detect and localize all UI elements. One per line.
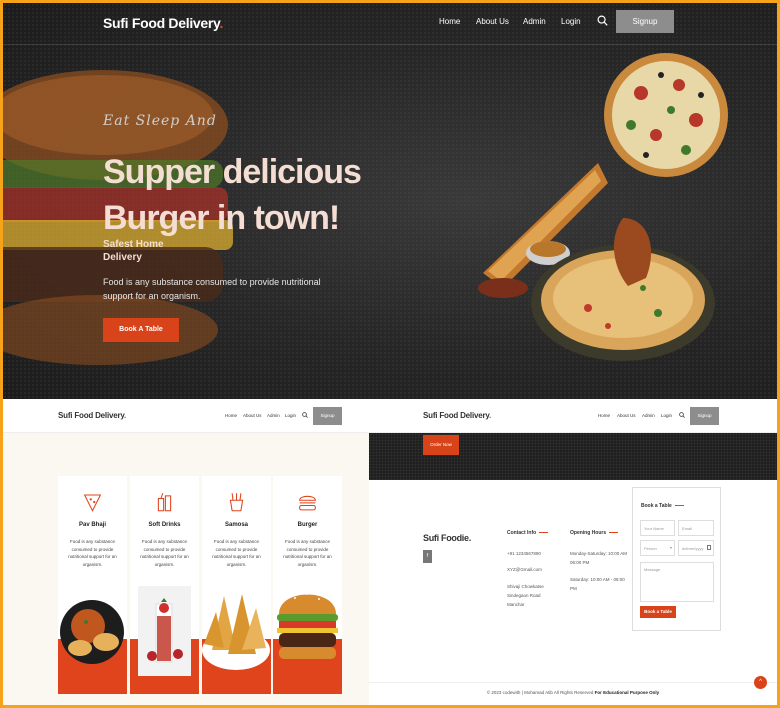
chevron-down-icon: ▾ xyxy=(669,545,672,550)
hero-eyebrow: Eat Sleep And xyxy=(103,113,217,129)
scroll-top-button[interactable]: ^ xyxy=(754,676,767,689)
contact-email: XYZ@Gmail.com xyxy=(507,567,542,572)
hours-weekday-end: 06:00 PM xyxy=(570,560,590,565)
brand-logo[interactable]: Sufi Food Delivery. xyxy=(103,15,223,31)
hero-lead-text: Food is any substance consumed to provid… xyxy=(103,277,321,301)
footer-nav-about-us[interactable]: About Us xyxy=(617,413,636,418)
burger-image xyxy=(277,593,338,659)
footer-nav-admin[interactable]: Admin xyxy=(642,413,655,418)
menu-nav-home[interactable]: Home xyxy=(225,413,237,418)
copyright: © 2023 codewith | Mohamad Atib All Right… xyxy=(486,690,660,695)
pizza-image xyxy=(604,53,728,177)
hours-weekday: Monday-Saturday: 10:00 AM xyxy=(570,551,628,556)
footer-brand-logo[interactable]: Sufi Food Delivery. xyxy=(423,411,491,420)
footer-nav-home[interactable]: Home xyxy=(598,413,610,418)
pav-bhaji-image xyxy=(60,600,124,664)
card-text: Food is any substance consumed to provid… xyxy=(68,539,117,567)
menu-card-burger[interactable]: Burger Food is any substance consumed to… xyxy=(273,476,342,694)
menu-nav: Sufi Food Delivery. Home About Us Admin … xyxy=(3,399,369,433)
order-now-button[interactable]: Order Now xyxy=(423,435,459,455)
menu-brand-logo[interactable]: Sufi Food Delivery. xyxy=(58,411,126,420)
footer-nav: Sufi Food Delivery. Home About Us Admin … xyxy=(369,399,777,433)
hours-saturday-end: PM xyxy=(570,586,577,591)
burger-icon xyxy=(299,495,316,511)
book-a-table-button[interactable]: Book A Table xyxy=(103,318,179,342)
footer-screenshot: Sufi Food Delivery. Home About Us Admin … xyxy=(369,399,777,705)
name-input[interactable]: Your Name xyxy=(640,520,675,536)
signup-button[interactable]: Signup xyxy=(616,10,674,33)
samosa-image xyxy=(202,594,270,670)
contact-address-2: Sindegaon Road xyxy=(507,593,541,598)
contact-phone: +91 1234567890 xyxy=(507,551,541,556)
card-title: Pav Bhaji xyxy=(78,522,106,528)
menu-nav-admin[interactable]: Admin xyxy=(267,413,280,418)
calendar-icon xyxy=(707,545,711,550)
menu-card-pav-bhaji[interactable]: Pav Bhaji Food is any substance consumed… xyxy=(58,476,127,694)
person-select[interactable]: Person ▾ xyxy=(640,540,675,556)
book-table-form: Book a Table Your Name Email Person ▾ dd… xyxy=(632,487,721,631)
footer-brand: Sufi Foodie. xyxy=(423,533,471,543)
card-text: Food is any substance consumed to provid… xyxy=(283,539,332,567)
search-icon[interactable] xyxy=(597,15,608,26)
card-title: Samosa xyxy=(224,522,248,528)
menu-signup-button[interactable]: Signup xyxy=(313,407,342,425)
hero-headline: Supper delicious Burger in town! xyxy=(103,153,362,237)
menu-nav-about-us[interactable]: About Us xyxy=(243,413,262,418)
card-text: Food is any substance consumed to provid… xyxy=(212,539,261,567)
hero-section: Sufi Food Delivery. Home About Us Admin … xyxy=(3,3,777,399)
soft-drinks-image xyxy=(138,586,191,676)
top-nav: Sufi Food Delivery. Home About Us Admin … xyxy=(3,3,777,45)
message-textarea[interactable]: Message xyxy=(640,562,714,602)
biryani-image xyxy=(531,218,715,361)
menu-card-samosa[interactable]: Samosa Food is any substance consumed to… xyxy=(202,476,271,694)
nav-login[interactable]: Login xyxy=(561,17,581,26)
nav-home[interactable]: Home xyxy=(439,17,460,26)
card-text: Food is any substance consumed to provid… xyxy=(140,539,189,567)
menu-search-icon[interactable] xyxy=(302,412,308,418)
hero-subhead: Safest Home Delivery xyxy=(103,239,164,263)
date-input[interactable]: dd/mm/yyyy xyxy=(678,540,714,556)
card-title: Soft Drinks xyxy=(148,522,181,528)
facebook-icon[interactable]: f xyxy=(423,550,432,563)
opening-hours-title: Opening Hours xyxy=(570,530,619,536)
pizza-slice-icon xyxy=(83,494,102,512)
card-title: Burger xyxy=(297,522,318,528)
footer-search-icon[interactable] xyxy=(679,412,685,418)
menu-screenshot: Sufi Food Delivery. Home About Us Admin … xyxy=(3,399,369,705)
hours-saturday: Saturday: 10:00 AM - 08:00 xyxy=(570,577,625,582)
drinks-icon xyxy=(157,493,172,512)
nav-about-us[interactable]: About Us xyxy=(476,17,509,26)
contact-address-3: Manchar xyxy=(507,602,525,607)
fries-icon xyxy=(229,493,244,512)
contact-address-1: Shivaji Chowkatse xyxy=(507,584,544,589)
menu-card-soft-drinks[interactable]: Soft Drinks Food is any substance consum… xyxy=(130,476,199,694)
form-title: Book a Table xyxy=(641,503,684,509)
book-table-submit-button[interactable]: Book a Table xyxy=(640,606,676,618)
menu-nav-login[interactable]: Login xyxy=(285,413,296,418)
footer-nav-login[interactable]: Login xyxy=(661,413,672,418)
dark-banner: Order Now xyxy=(369,433,777,480)
footer-signup-button[interactable]: Signup xyxy=(690,407,719,425)
contact-info-title: Contact Info xyxy=(507,530,549,536)
email-input[interactable]: Email xyxy=(678,520,714,536)
nav-admin[interactable]: Admin xyxy=(523,17,546,26)
